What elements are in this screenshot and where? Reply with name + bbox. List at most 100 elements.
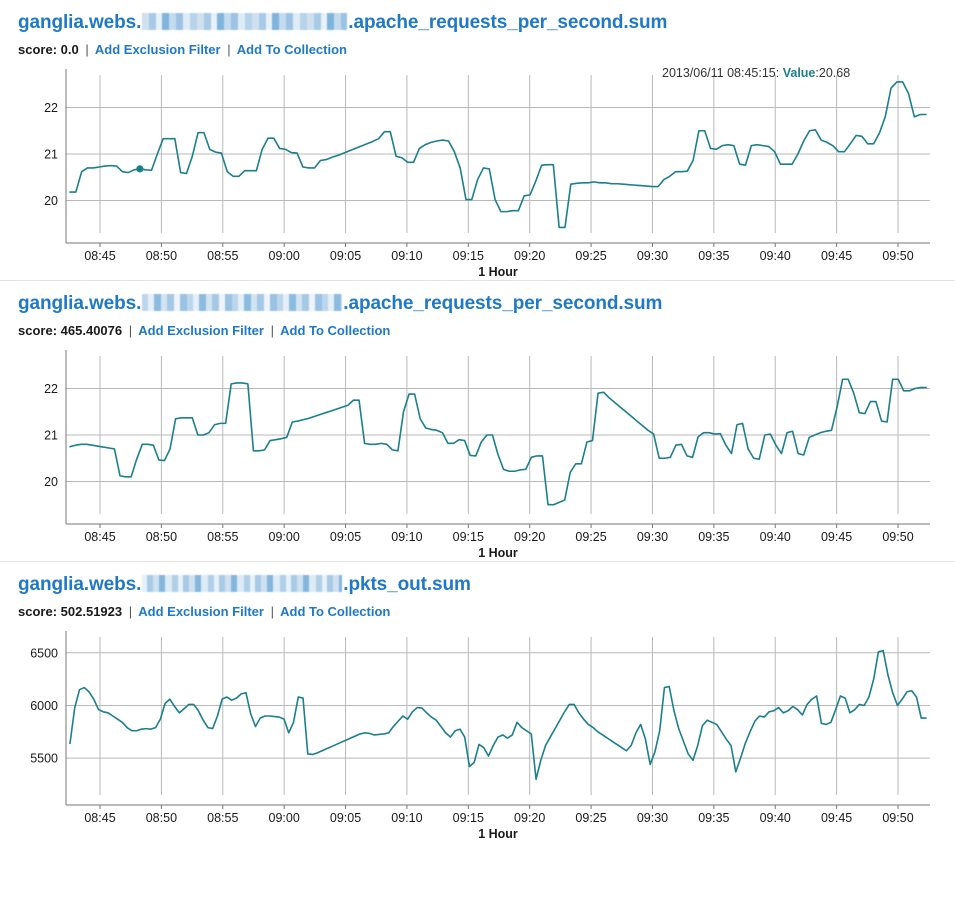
x-axis-tick-label: 09:05 <box>330 530 361 544</box>
add-to-collection-link[interactable]: Add To Collection <box>280 604 390 619</box>
score-separator-1: | <box>128 323 133 338</box>
x-axis-tick-label: 09:35 <box>698 249 729 263</box>
x-axis-tick-label: 09:00 <box>269 530 300 544</box>
score-line: score: 502.51923 | Add Exclusion Filter … <box>18 604 955 619</box>
x-axis-tick-label: 09:20 <box>514 811 545 825</box>
x-axis-tick-label: 09:05 <box>330 249 361 263</box>
x-axis-tick-label: 08:45 <box>84 811 115 825</box>
score-separator-2: | <box>270 323 274 338</box>
x-axis-tick-label: 09:25 <box>575 530 606 544</box>
y-axis-tick-label: 5500 <box>30 752 58 766</box>
score-value: 465.40076 <box>60 323 123 338</box>
tooltip-value-label: Value <box>783 66 816 80</box>
add-to-collection-link[interactable]: Add To Collection <box>237 42 347 57</box>
y-axis-tick-label: 6000 <box>30 699 58 713</box>
x-axis-tick-label: 09:15 <box>453 811 484 825</box>
x-axis-tick-label: 08:55 <box>207 249 238 263</box>
metric-panel-list: ganglia.webs. .apache_requests_per_second… <box>0 0 955 842</box>
x-axis-tick-label: 09:00 <box>269 811 300 825</box>
x-axis-tick-label: 09:15 <box>453 249 484 263</box>
x-axis-tick-label: 09:50 <box>882 530 913 544</box>
metric-title[interactable]: ganglia.webs. .pkts_out.sum <box>18 573 955 596</box>
redacted-hostname <box>142 13 348 30</box>
metric-title[interactable]: ganglia.webs. .apache_requests_per_second… <box>18 292 955 315</box>
score-line: score: 0.0 | Add Exclusion Filter | Add … <box>18 42 955 57</box>
metric-title-prefix: ganglia.webs. <box>18 574 142 595</box>
x-axis-tick-label: 09:25 <box>575 249 606 263</box>
score-value: 502.51923 <box>60 604 123 619</box>
highlighted-data-point[interactable] <box>136 165 144 173</box>
series-line <box>69 81 927 229</box>
score-separator-1: | <box>85 42 89 57</box>
x-axis-tick-label: 09:50 <box>882 249 913 263</box>
series-line <box>69 649 927 780</box>
x-axis-tick-label: 09:10 <box>391 249 422 263</box>
score-label: score: <box>18 323 58 338</box>
add-exclusion-filter-link[interactable]: Add Exclusion Filter <box>95 42 221 57</box>
y-axis-tick-label: 21 <box>44 429 58 443</box>
score-value: 0.0 <box>60 42 79 57</box>
x-axis-tick-label: 09:30 <box>637 249 668 263</box>
x-axis-tick-label: 09:35 <box>698 530 729 544</box>
add-exclusion-filter-link[interactable]: Add Exclusion Filter <box>138 323 264 338</box>
y-axis-tick-label: 22 <box>44 101 58 115</box>
metric-panel: ganglia.webs. .pkts_out.sum score: 502.51… <box>0 561 955 842</box>
metric-line-chart[interactable]: 20 21 22 08:45 08:50 08:55 09:00 09:05 09:10 09:1… <box>0 344 955 559</box>
metric-line-chart[interactable]: 5500 6000 6500 08:45 08:50 08:55 09:00 09:05 09:… <box>0 625 955 840</box>
chart-container[interactable]: 5500 6000 6500 08:45 08:50 08:55 09:00 09:05 09:… <box>0 625 955 840</box>
x-axis-tick-label: 09:45 <box>821 811 852 825</box>
metric-title-prefix: ganglia.webs. <box>18 293 142 314</box>
x-axis-tick-label: 09:20 <box>514 249 545 263</box>
x-axis-tick-label: 09:40 <box>760 530 791 544</box>
x-axis-title: 1 Hour <box>478 265 518 278</box>
score-separator-1: | <box>128 604 133 619</box>
add-exclusion-filter-link[interactable]: Add Exclusion Filter <box>138 604 264 619</box>
x-axis-tick-label: 08:45 <box>84 530 115 544</box>
score-label: score: <box>18 42 58 57</box>
y-axis-tick-label: 20 <box>44 194 58 208</box>
x-axis-tick-label: 08:55 <box>207 811 238 825</box>
score-separator-2: | <box>270 604 274 619</box>
x-axis-tick-label: 09:05 <box>330 811 361 825</box>
add-to-collection-link[interactable]: Add To Collection <box>280 323 390 338</box>
x-axis-tick-label: 08:50 <box>146 530 177 544</box>
metric-panel: ganglia.webs. .apache_requests_per_second… <box>0 280 955 561</box>
metric-title-suffix: .pkts_out.sum <box>343 574 471 595</box>
svg-text:2013/06/11 08:45:15: Value:20.: 2013/06/11 08:45:15: Value:20.68 <box>662 66 850 80</box>
x-axis-tick-label: 09:40 <box>760 811 791 825</box>
x-axis-title: 1 Hour <box>478 546 518 559</box>
redacted-hostname <box>142 294 343 311</box>
metric-title-prefix: ganglia.webs. <box>18 12 142 33</box>
x-axis-tick-label: 09:20 <box>514 530 545 544</box>
y-axis-tick-label: 22 <box>44 382 58 396</box>
y-axis-tick-label: 20 <box>44 475 58 489</box>
x-axis-title: 1 Hour <box>478 827 518 840</box>
x-axis-tick-label: 09:10 <box>391 530 422 544</box>
score-line: score: 465.40076 | Add Exclusion Filter … <box>18 323 955 338</box>
y-axis-tick-label: 21 <box>44 148 58 162</box>
x-axis-tick-label: 08:45 <box>84 249 115 263</box>
score-label: score: <box>18 604 58 619</box>
x-axis-tick-label: 09:45 <box>821 530 852 544</box>
metric-line-chart[interactable]: 20 21 22 08:45 08:50 08:55 09:00 09:05 09:10 09:1… <box>0 63 955 278</box>
metric-title-suffix: .apache_requests_per_second.sum <box>343 293 663 314</box>
tooltip-timestamp: 2013/06/11 08:45:15: <box>662 66 783 80</box>
x-axis-tick-label: 09:35 <box>698 811 729 825</box>
hover-tooltip: 2013/06/11 08:45:15: Value:20.68 <box>662 66 850 80</box>
x-axis-tick-label: 09:30 <box>637 530 668 544</box>
x-axis-tick-label: 08:55 <box>207 530 238 544</box>
redacted-hostname <box>142 575 343 592</box>
x-axis-tick-label: 08:50 <box>146 811 177 825</box>
chart-container[interactable]: 20 21 22 08:45 08:50 08:55 09:00 09:05 09:10 09:1… <box>0 344 955 559</box>
score-separator-2: | <box>227 42 231 57</box>
x-axis-tick-label: 09:10 <box>391 811 422 825</box>
metric-panel: ganglia.webs. .apache_requests_per_second… <box>0 0 955 280</box>
x-axis-tick-label: 09:30 <box>637 811 668 825</box>
x-axis-tick-label: 09:25 <box>575 811 606 825</box>
x-axis-tick-label: 09:50 <box>882 811 913 825</box>
chart-container[interactable]: 20 21 22 08:45 08:50 08:55 09:00 09:05 09:10 09:1… <box>0 63 955 278</box>
tooltip-value: :20.68 <box>815 66 850 80</box>
series-line <box>69 378 927 506</box>
x-axis-tick-label: 09:45 <box>821 249 852 263</box>
metric-title[interactable]: ganglia.webs. .apache_requests_per_second… <box>18 11 955 34</box>
